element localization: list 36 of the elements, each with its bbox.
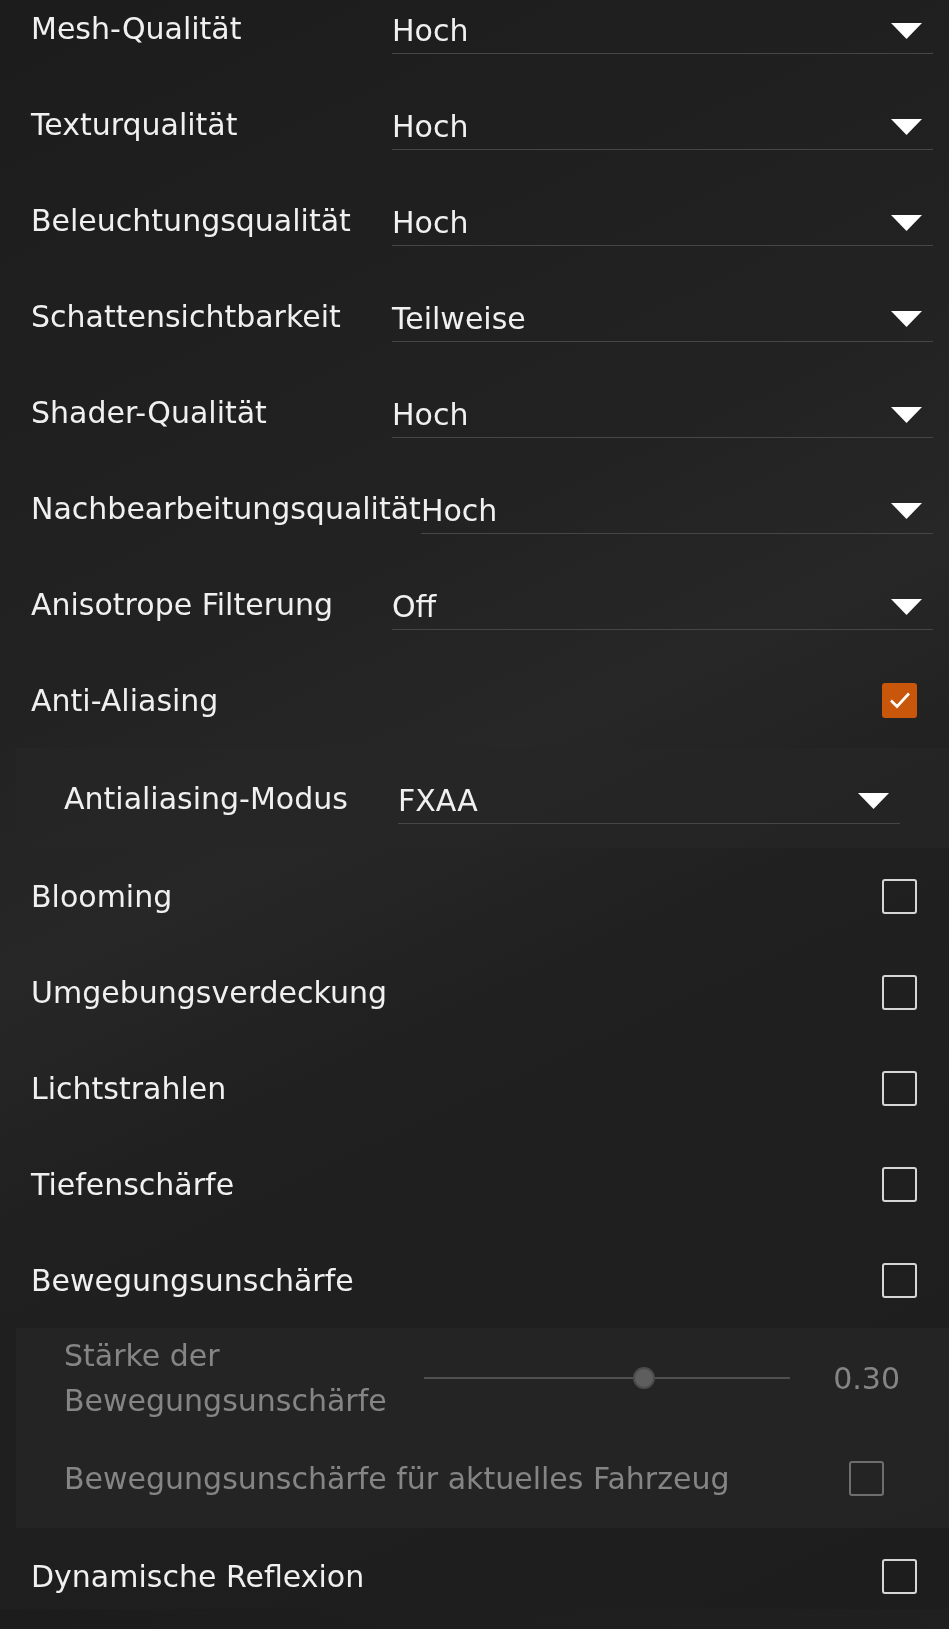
- caret-icon: [891, 598, 922, 615]
- dropdown[interactable]: Hoch: [392, 98, 933, 150]
- setting-label: Texturqualität: [31, 105, 239, 144]
- dropdown[interactable]: Hoch: [392, 194, 933, 246]
- dropdown[interactable]: FXAA: [398, 772, 900, 824]
- setting-label: Dynamische Reflexion: [31, 1557, 365, 1596]
- caret-icon: [858, 792, 889, 809]
- dropdown[interactable]: Hoch: [392, 386, 933, 438]
- setting-label: Beleuchtungsqualität: [31, 201, 352, 240]
- setting-label: Mesh-Qualität: [31, 9, 243, 48]
- dropdown[interactable]: Hoch: [392, 2, 933, 54]
- dropdown[interactable]: Off: [392, 578, 933, 630]
- dropdown[interactable]: Hoch: [420, 482, 933, 534]
- setting-label: Blooming: [31, 877, 173, 916]
- setting-label: Bewegungsunschärfe: [31, 1261, 354, 1300]
- setting-label: Stärke der Bewegungsunschärfe: [64, 1337, 388, 1420]
- caret-icon: [891, 406, 922, 423]
- setting-label: Anisotrope Filterung: [31, 585, 335, 624]
- caret-icon: [891, 118, 922, 135]
- check-icon: [888, 691, 911, 709]
- setting-label: Umgebungsverdeckung: [31, 973, 387, 1012]
- caret-icon: [891, 502, 922, 519]
- caret-icon: [891, 310, 922, 327]
- setting-label: Tiefenschärfe: [31, 1165, 235, 1204]
- caret-icon: [891, 22, 922, 39]
- setting-label: Anti-Aliasing: [31, 681, 219, 720]
- setting-label: Schattensichtbarkeit: [31, 297, 342, 336]
- caret-icon: [891, 214, 922, 231]
- checkbox[interactable]: [882, 682, 917, 718]
- setting-label: Bewegungsunschärfe für aktuelles Fahrzeug: [64, 1459, 730, 1498]
- setting-label: Nachbearbeitungsqualität: [31, 489, 421, 528]
- setting-label: Lichtstrahlen: [31, 1069, 227, 1108]
- setting-label: Shader-Qualität: [31, 393, 268, 432]
- setting-label: Antialiasing-Modus: [64, 779, 349, 818]
- dropdown[interactable]: Teilweise: [392, 290, 933, 342]
- slider-value: 0.30: [832, 1359, 900, 1398]
